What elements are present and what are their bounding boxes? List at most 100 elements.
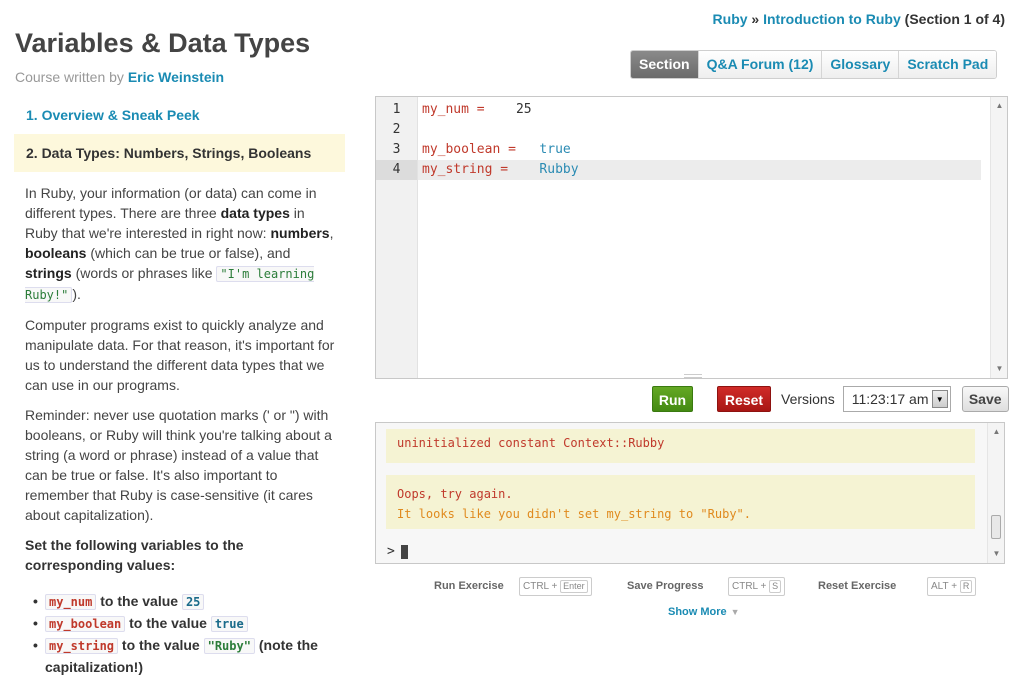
save-progress-label: Save Progress <box>627 580 704 592</box>
boolean-literal: true <box>539 142 571 157</box>
line-number-current: 4 <box>376 160 417 180</box>
inline-code: true <box>210 616 248 632</box>
versions-select[interactable]: 11:23:17 am ▼ <box>842 385 951 412</box>
tab-scratch-pad[interactable]: Scratch Pad <box>898 51 997 78</box>
instructions-body: In Ruby, your information (or data) can … <box>14 172 345 678</box>
scrollbar-thumb[interactable] <box>991 515 1001 539</box>
inline-code: my_num <box>45 594 97 610</box>
line-number: 2 <box>392 122 401 137</box>
key: S <box>769 580 782 593</box>
number-literal: 25 <box>515 102 532 117</box>
console-scrollbar[interactable]: ▲ ▼ <box>987 423 1004 563</box>
breadcrumb-separator: » <box>747 11 764 27</box>
error-message: uninitialized constant Context::Rubby <box>386 429 975 463</box>
breadcrumb: Ruby » Introduction to Ruby (Section 1 o… <box>713 11 1005 27</box>
code-editor[interactable]: 1 2 3 4 my_num = 25 my_boolean = true my… <box>375 96 1008 379</box>
code-line[interactable]: my_num = 25 <box>418 100 981 120</box>
text: , <box>329 225 334 241</box>
run-exercise-label: Run Exercise <box>434 580 504 592</box>
breadcrumb-lesson-link[interactable]: Introduction to Ruby <box>763 11 901 27</box>
hint-text: It looks like you didn't set my_string t… <box>397 507 752 521</box>
editor-controls: Run Reset Versions 11:23:17 am ▼ Save <box>652 385 1009 412</box>
keyboard-shortcuts: Run Exercise CTRL + Enter Save Progress … <box>375 577 1008 597</box>
inline-code: "Ruby" <box>203 638 255 654</box>
tab-glossary[interactable]: Glossary <box>821 51 899 78</box>
identifier: Rubby <box>539 162 579 177</box>
bold-text: numbers <box>270 225 330 241</box>
key-modifier: CTRL + <box>732 581 770 592</box>
variable-name: my_boolean <box>422 142 501 157</box>
code-line[interactable]: my_boolean = true <box>418 140 981 160</box>
task-heading: Set the following variables to the corre… <box>25 537 244 573</box>
reset-exercise-label: Reset Exercise <box>818 580 897 592</box>
output-console[interactable]: uninitialized constant Context::Rubby Oo… <box>375 422 1005 564</box>
chevron-down-icon: ▼ <box>730 607 740 617</box>
instructions-paragraph-2: Computer programs exist to quickly analy… <box>25 317 335 393</box>
run-button[interactable]: Run <box>652 385 693 412</box>
run-shortcut: CTRL + Enter <box>519 577 592 596</box>
code-lines[interactable]: my_num = 25 my_boolean = true my_string … <box>418 100 981 180</box>
prompt-symbol: > <box>387 544 395 559</box>
code-line[interactable] <box>418 120 981 140</box>
course-author: Course written by Eric Weinstein <box>15 69 224 85</box>
tab-section[interactable]: Section <box>631 51 698 78</box>
show-more-link[interactable]: Show More ▼ <box>668 606 740 618</box>
key-modifier: CTRL + <box>523 581 561 592</box>
scroll-up-icon[interactable]: ▲ <box>991 99 1008 113</box>
text: (words or phrases like <box>71 265 217 281</box>
author-link[interactable]: Eric Weinstein <box>128 69 224 85</box>
feedback-message: Oops, try again. It looks like you didn'… <box>386 475 975 529</box>
key: Enter <box>560 580 588 593</box>
assign-operator: = <box>492 162 540 177</box>
variable-name: my_string <box>422 162 493 177</box>
versions-selected-value: 11:23:17 am <box>851 390 929 407</box>
scroll-down-icon[interactable]: ▼ <box>988 547 1005 561</box>
oops-text: Oops, try again. <box>397 487 513 501</box>
key: R <box>959 580 973 593</box>
key-modifier: ALT + <box>931 581 960 592</box>
author-prefix: Course written by <box>15 69 128 85</box>
instructions-panel: 1. Overview & Sneak Peek 2. Data Types: … <box>14 96 345 678</box>
text: to the value <box>118 637 204 653</box>
show-more-label: Show More <box>668 606 727 618</box>
page: Ruby » Introduction to Ruby (Section 1 o… <box>0 0 1021 681</box>
resize-handle[interactable] <box>684 374 702 378</box>
task-list: my_num to the value 25 my_boolean to the… <box>25 591 335 678</box>
list-item: my_boolean to the value true <box>33 613 335 635</box>
list-item: my_num to the value 25 <box>33 591 335 613</box>
section-current-data-types[interactable]: 2. Data Types: Numbers, Strings, Boolean… <box>14 134 345 172</box>
tab-bar: Section Q&A Forum (12) Glossary Scratch … <box>630 50 998 79</box>
save-shortcut: CTRL + S <box>728 577 786 596</box>
scroll-down-icon[interactable]: ▼ <box>991 362 1008 376</box>
line-number: 3 <box>392 142 401 157</box>
console-prompt[interactable]: > <box>387 544 408 559</box>
list-item: my_string to the value "Ruby" (note the … <box>33 635 335 678</box>
reset-button[interactable]: Reset <box>717 385 771 412</box>
chevron-down-icon[interactable]: ▼ <box>931 389 948 408</box>
assign-operator: = <box>500 142 540 157</box>
bold-text: strings <box>25 265 72 281</box>
section-link-overview[interactable]: 1. Overview & Sneak Peek <box>14 96 345 134</box>
assign-operator: = <box>468 102 516 117</box>
page-title: Variables & Data Types <box>15 28 311 58</box>
instructions-paragraph-1: In Ruby, your information (or data) can … <box>25 183 335 305</box>
breadcrumb-course-link[interactable]: Ruby <box>713 11 748 27</box>
inline-code: my_string <box>45 638 119 654</box>
tab-qa-forum[interactable]: Q&A Forum (12) <box>697 51 822 78</box>
editor-scrollbar[interactable]: ▲ ▼ <box>990 97 1007 378</box>
scroll-up-icon[interactable]: ▲ <box>988 425 1005 439</box>
line-number: 1 <box>392 102 401 117</box>
text: to the value <box>125 615 211 631</box>
instructions-paragraph-3: Reminder: never use quotation marks (' o… <box>25 407 332 523</box>
text-cursor <box>400 544 408 559</box>
variable-name: my_num <box>422 102 469 117</box>
inline-code: my_boolean <box>45 616 126 632</box>
breadcrumb-section: (Section 1 of 4) <box>900 11 1005 27</box>
save-button[interactable]: Save <box>961 385 1009 412</box>
bold-text: booleans <box>25 245 87 261</box>
line-number-gutter: 1 2 3 4 <box>376 97 418 378</box>
inline-code: 25 <box>181 594 205 610</box>
code-line-current[interactable]: my_string = Rubby <box>418 160 981 180</box>
reset-shortcut: ALT + R <box>927 577 977 596</box>
versions-label: Versions <box>781 390 835 407</box>
